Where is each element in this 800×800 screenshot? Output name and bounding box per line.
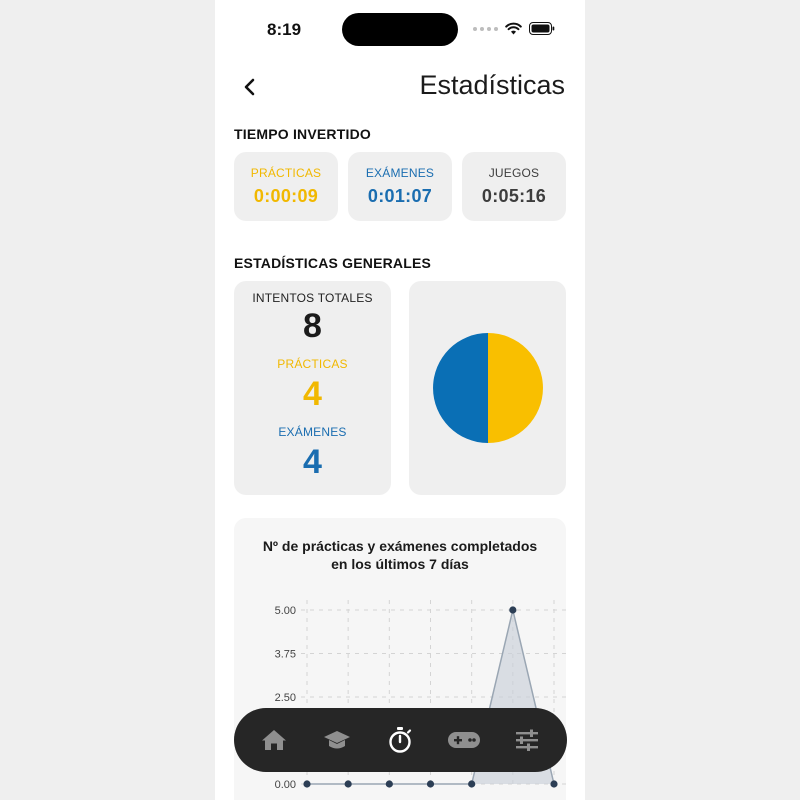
total-attempts-label: INTENTOS TOTALES: [252, 291, 373, 305]
y-tick-label: 0.00: [275, 779, 296, 791]
nav-statistics[interactable]: [378, 718, 422, 762]
pie-slice-0: [488, 333, 543, 443]
data-point: [303, 780, 311, 788]
data-point: [550, 780, 558, 788]
exams-time-card: EXÁMENES 0:01:07: [348, 152, 452, 221]
pie-chart: [433, 333, 543, 443]
y-tick-label: 5.00: [275, 605, 296, 617]
time-spent-title: TIEMPO INVERTIDO: [234, 126, 371, 142]
data-point: [426, 780, 435, 788]
sliders-icon: [516, 729, 539, 751]
games-time-card: JUEGOS 0:05:16: [462, 152, 566, 221]
wifi-icon: [505, 22, 522, 35]
battery-icon: [529, 22, 555, 35]
page-title: Estadísticas: [419, 70, 565, 100]
exams-time-value: 0:01:07: [367, 186, 433, 206]
exams-count-value: 4: [303, 443, 322, 481]
phone-screen: 8:19 Estadísticas TIEMPO INVERTIDO PRÁCT…: [215, 0, 585, 800]
totals-card: INTENTOS TOTALES 8 PRÁCTICAS 4 EXÁMENES …: [234, 281, 391, 495]
nav-games[interactable]: [442, 718, 486, 762]
y-tick-label: 3.75: [275, 649, 296, 661]
home-icon: [261, 730, 286, 750]
practices-count-label: PRÁCTICAS: [277, 357, 348, 371]
exams-count-label: EXÁMENES: [278, 425, 347, 439]
total-attempts-value: 8: [303, 307, 322, 345]
gamepad-icon: [447, 732, 480, 748]
practices-time-card: PRÁCTICAS 0:00:09: [234, 152, 338, 221]
data-point: [344, 780, 352, 788]
dynamic-island: [342, 13, 458, 46]
games-time-value: 0:05:16: [481, 186, 547, 206]
stopwatch-icon: [389, 727, 412, 753]
pie-chart-card: [409, 281, 566, 495]
nav-courses[interactable]: [315, 718, 359, 762]
nav-home[interactable]: [252, 718, 296, 762]
general-stats-title: ESTADÍSTICAS GENERALES: [234, 255, 432, 271]
practices-time-label: PRÁCTICAS: [250, 166, 322, 180]
exams-time-label: EXÁMENES: [365, 166, 435, 180]
data-point: [509, 606, 517, 614]
games-time-label: JUEGOS: [488, 166, 540, 180]
signal-icon: [473, 26, 498, 31]
back-button[interactable]: [237, 72, 265, 102]
y-tick-label: 2.50: [275, 692, 296, 704]
data-point: [468, 780, 476, 788]
practices-time-value: 0:00:09: [253, 186, 319, 206]
chevron-left-icon: [244, 78, 255, 96]
data-point: [385, 780, 393, 788]
status-time: 8:19: [267, 20, 302, 39]
bottom-nav: [234, 708, 567, 772]
graduation-cap-icon: [324, 731, 351, 749]
practices-count-value: 4: [303, 375, 322, 413]
nav-settings[interactable]: [505, 718, 549, 762]
pie-slice-1: [433, 333, 488, 443]
status-icons: [473, 22, 555, 35]
